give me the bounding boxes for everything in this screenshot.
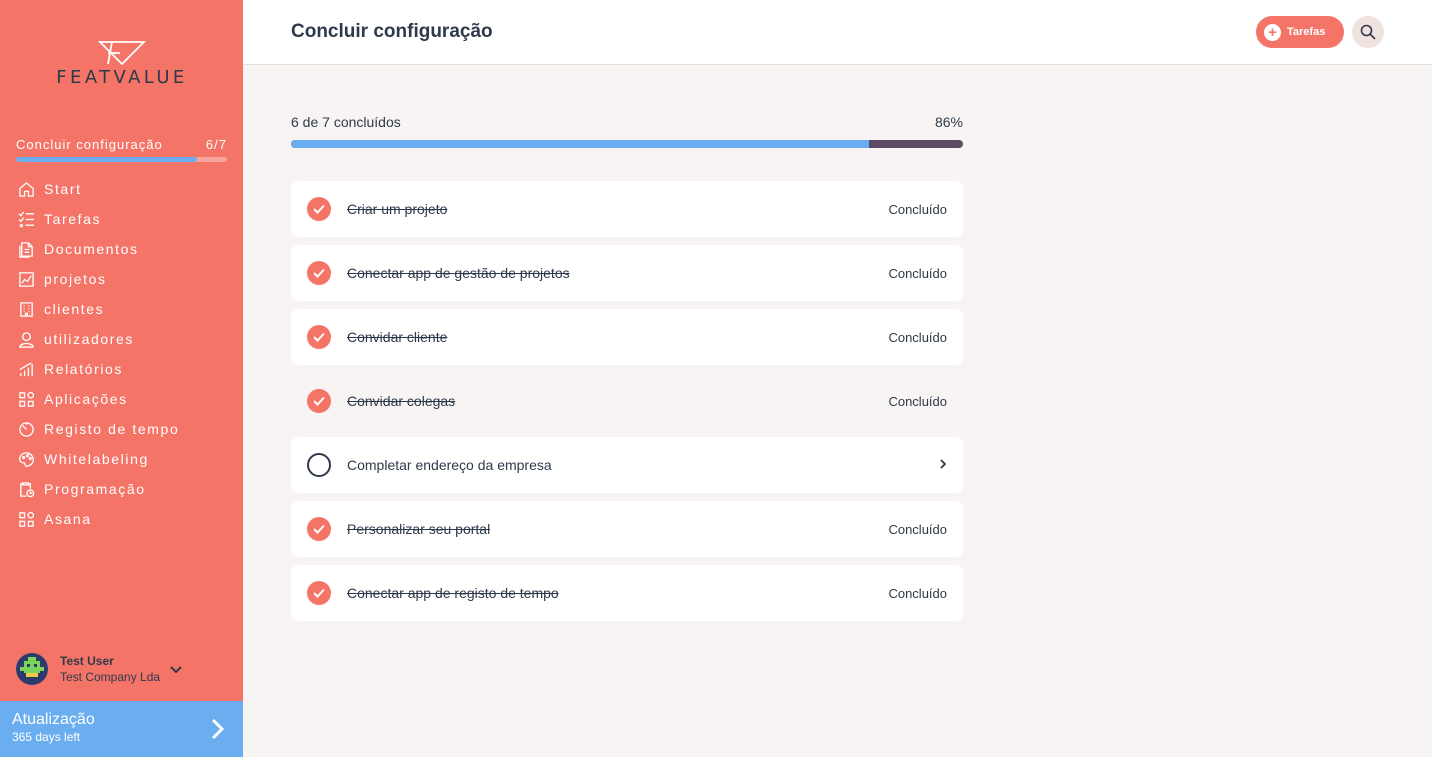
- sidebar-item-relatorios[interactable]: Relatórios: [16, 354, 236, 384]
- chevron-right-icon: [211, 718, 225, 745]
- setup-count: 6/7: [205, 137, 227, 152]
- chevron-down-icon[interactable]: [170, 661, 182, 677]
- task-status: Concluído: [888, 329, 947, 345]
- schedule-clipboard-icon: [16, 479, 36, 499]
- sidebar-item-label: Relatórios: [44, 361, 124, 377]
- sidebar-item-clientes[interactable]: clientes: [16, 294, 236, 324]
- task-status: Concluído: [888, 585, 947, 601]
- user-name: Test User: [60, 654, 114, 668]
- apps-grid-icon: [16, 389, 36, 409]
- task-item-criar-projeto[interactable]: Criar um projeto Concluído: [291, 181, 963, 237]
- sidebar-item-aplicacoes[interactable]: Aplicações: [16, 384, 236, 414]
- palette-icon: [16, 449, 36, 469]
- sidebar-item-label: Programação: [44, 481, 146, 497]
- check-circle-icon: [307, 581, 331, 605]
- task-item-conectar-gestao-projetos[interactable]: Conectar app de gestão de projetos Concl…: [291, 245, 963, 301]
- check-circle-icon: [307, 261, 331, 285]
- add-task-button-label: Tarefas: [1287, 26, 1326, 38]
- task-status: Concluído: [888, 265, 947, 281]
- task-status: Concluído: [888, 393, 947, 409]
- sidebar-item-start[interactable]: Start: [16, 174, 236, 204]
- task-label: Personalizar seu portal: [347, 521, 491, 537]
- brand-name: FEATVALUE: [56, 67, 188, 88]
- progress-percent: 86%: [934, 114, 963, 130]
- sidebar-nav: Start Tarefas Documentos projetos client…: [16, 174, 236, 534]
- upgrade-banner[interactable]: Atualização 365 days left: [0, 701, 243, 757]
- search-icon: [1360, 24, 1376, 40]
- building-icon: [16, 299, 36, 319]
- sidebar-item-label: clientes: [44, 301, 105, 317]
- task-label: Convidar cliente: [347, 329, 448, 345]
- sidebar-item-label: Tarefas: [44, 211, 102, 227]
- setup-progress-bar: [16, 157, 227, 162]
- empty-circle-icon: [307, 453, 331, 477]
- add-task-button[interactable]: + Tarefas: [1256, 16, 1344, 48]
- sidebar-item-whitelabeling[interactable]: Whitelabeling: [16, 444, 236, 474]
- task-label: Conectar app de registo de tempo: [347, 585, 559, 601]
- task-item-personalizar-portal[interactable]: Personalizar seu portal Concluído: [291, 501, 963, 557]
- pixel-avatar-icon: [20, 657, 44, 677]
- progress-summary: 6 de 7 concluídos 86%: [291, 114, 963, 148]
- task-label: Completar endereço da empresa: [347, 457, 552, 473]
- projects-chart-icon: [16, 269, 36, 289]
- task-item-convidar-cliente[interactable]: Convidar cliente Concluído: [291, 309, 963, 365]
- sidebar-item-documentos[interactable]: Documentos: [16, 234, 236, 264]
- sidebar-item-label: projetos: [44, 271, 107, 287]
- check-circle-icon: [307, 325, 331, 349]
- task-status: Concluído: [888, 201, 947, 217]
- sidebar-item-label: utilizadores: [44, 331, 135, 347]
- progress-fill: [291, 140, 869, 148]
- setup-progress[interactable]: Concluir configuração 6/7: [16, 137, 227, 162]
- reports-icon: [16, 359, 36, 379]
- task-item-conectar-registo-tempo[interactable]: Conectar app de registo de tempo Concluí…: [291, 565, 963, 621]
- setup-progress-fill: [16, 157, 198, 162]
- setup-task-list: Criar um projeto Concluído Conectar app …: [291, 181, 963, 629]
- check-circle-icon: [307, 197, 331, 221]
- sidebar-item-label: Aplicações: [44, 391, 128, 407]
- sidebar-item-projetos[interactable]: projetos: [16, 264, 236, 294]
- tasks-list-icon: [16, 209, 36, 229]
- user-menu[interactable]: Test User Test Company Lda: [16, 651, 226, 687]
- sidebar-item-label: Asana: [44, 511, 92, 527]
- task-label: Criar um projeto: [347, 201, 448, 217]
- sidebar-item-label: Whitelabeling: [44, 451, 149, 467]
- progress-bar: [291, 140, 963, 148]
- sidebar-item-asana[interactable]: Asana: [16, 504, 236, 534]
- task-status: Concluído: [888, 521, 947, 537]
- task-label: Conectar app de gestão de projetos: [347, 265, 570, 281]
- sidebar-item-tarefas[interactable]: Tarefas: [16, 204, 236, 234]
- sidebar-item-registo-de-tempo[interactable]: Registo de tempo: [16, 414, 236, 444]
- featvalue-logo-icon: [98, 41, 146, 66]
- sidebar-item-label: Registo de tempo: [44, 421, 180, 437]
- task-item-completar-endereco[interactable]: Completar endereço da empresa: [291, 437, 963, 493]
- search-button[interactable]: [1352, 16, 1384, 48]
- check-circle-icon: [307, 517, 331, 541]
- page-title: Concluir configuração: [291, 21, 493, 42]
- progress-summary-text: 6 de 7 concluídos: [291, 114, 401, 130]
- upgrade-title: Atualização: [12, 711, 95, 728]
- chevron-right-icon: [939, 457, 947, 473]
- upgrade-subtitle: 365 days left: [12, 730, 81, 744]
- home-icon: [16, 179, 36, 199]
- sidebar-item-label: Start: [44, 181, 82, 197]
- avatar: [16, 653, 48, 685]
- sidebar-item-label: Documentos: [44, 241, 139, 257]
- sidebar-item-programacao[interactable]: Programação: [16, 474, 236, 504]
- brand-logo[interactable]: FEATVALUE: [36, 40, 208, 90]
- plus-icon: +: [1264, 23, 1281, 41]
- task-label: Convidar colegas: [347, 393, 456, 409]
- check-circle-icon: [307, 389, 331, 413]
- apps-grid-icon: [16, 509, 36, 529]
- setup-label: Concluir configuração: [16, 137, 163, 152]
- sidebar-item-utilizadores[interactable]: utilizadores: [16, 324, 236, 354]
- documents-icon: [16, 239, 36, 259]
- user-company: Test Company Lda: [60, 670, 161, 684]
- top-header: Concluir configuração + Tarefas: [243, 0, 1432, 65]
- user-icon: [16, 329, 36, 349]
- task-item-convidar-colegas[interactable]: Convidar colegas Concluído: [291, 373, 963, 429]
- sidebar: FEATVALUE Concluir configuração 6/7 Star…: [0, 0, 243, 757]
- timer-icon: [16, 419, 36, 439]
